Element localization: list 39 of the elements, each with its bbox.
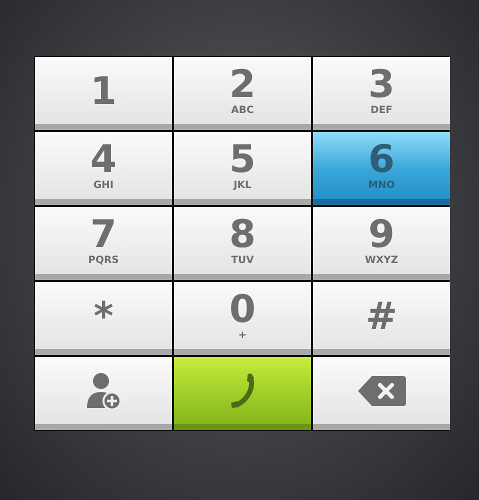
key-letters: DEF — [370, 105, 392, 116]
key-letters: MNO — [368, 180, 395, 191]
key-digit: 3 — [368, 65, 395, 103]
dial-key[interactable]: 1 — [35, 57, 172, 130]
key-digit: 8 — [229, 215, 256, 253]
key-letters: WXYZ — [364, 255, 398, 266]
dial-key[interactable]: 7 PQRS — [35, 207, 172, 280]
key-digit: * — [94, 296, 114, 334]
dial-key[interactable]: 4 GHI — [35, 132, 172, 205]
dial-key[interactable]: 6 MNO — [313, 132, 450, 205]
add-contact-button[interactable] — [35, 357, 172, 430]
key-digit: 4 — [90, 140, 117, 178]
dial-key[interactable]: 8 TUV — [174, 207, 311, 280]
key-letters: JKL — [234, 180, 252, 191]
key-digit: 7 — [90, 215, 117, 253]
dial-key[interactable]: 9 WXYZ — [313, 207, 450, 280]
key-digit: 0 — [229, 290, 256, 328]
dial-key[interactable]: 2 ABC — [174, 57, 311, 130]
backspace-button[interactable] — [313, 357, 450, 430]
key-letters: TUV — [231, 255, 254, 266]
key-digit: # — [366, 296, 398, 334]
call-button[interactable] — [174, 357, 311, 430]
key-letters: ABC — [231, 105, 254, 116]
phone-handset-icon — [228, 372, 256, 410]
key-digit: 2 — [229, 65, 256, 103]
key-letters: GHI — [93, 180, 114, 191]
key-digit: 5 — [229, 140, 256, 178]
key-letters: PQRS — [88, 255, 119, 266]
key-digit: 6 — [368, 140, 395, 178]
dial-key[interactable]: 5 JKL — [174, 132, 311, 205]
key-letters: + — [238, 330, 247, 341]
dial-key[interactable]: # — [313, 282, 450, 355]
dial-key[interactable]: 0 + — [174, 282, 311, 355]
dial-key[interactable]: 3 DEF — [313, 57, 450, 130]
key-digit: 9 — [368, 215, 395, 253]
backspace-icon — [356, 374, 406, 406]
dial-key[interactable]: * — [35, 282, 172, 355]
person-add-icon — [86, 372, 120, 410]
key-digit: 1 — [90, 72, 117, 110]
